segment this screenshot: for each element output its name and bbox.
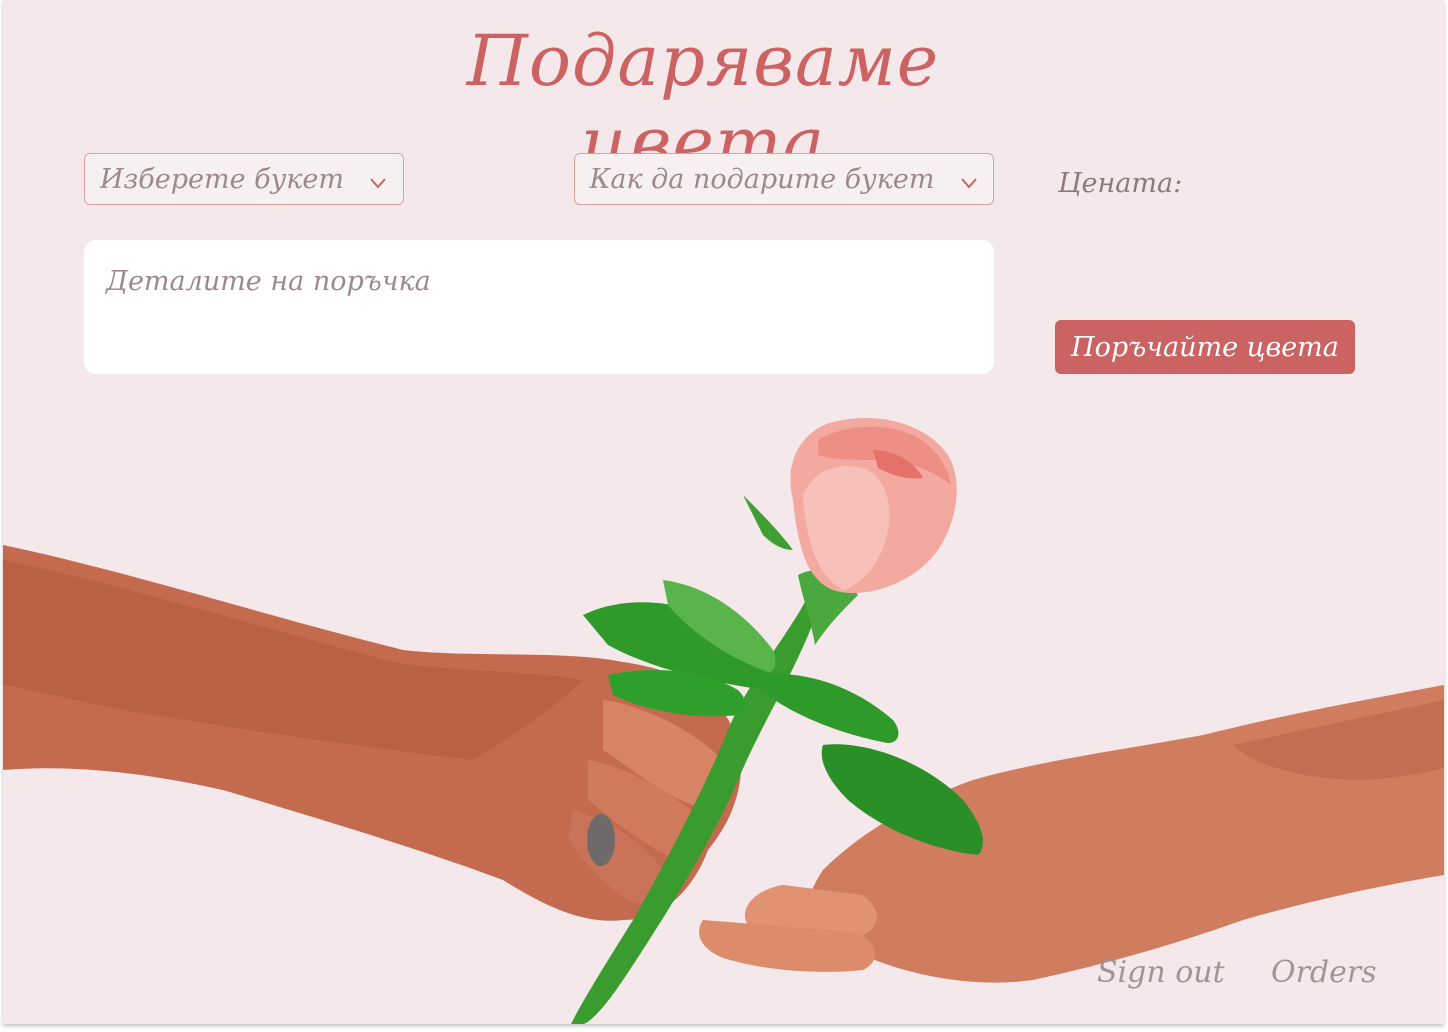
price-label: Цената:: [1058, 168, 1183, 199]
sign-out-link[interactable]: Sign out: [1097, 955, 1225, 990]
order-details-field[interactable]: [84, 240, 994, 374]
page: Подаряваме цвета Изберете букет Как да п…: [3, 0, 1444, 1024]
gift-method-select-label: Как да подарите букет: [589, 163, 935, 195]
hands-rose-image: [3, 418, 1444, 1024]
bouquet-select[interactable]: Изберете букет: [84, 153, 404, 205]
chevron-down-icon: [368, 169, 388, 189]
order-flowers-button[interactable]: Поръчайте цвета: [1055, 320, 1355, 374]
orders-link[interactable]: Orders: [1271, 955, 1377, 990]
gift-method-select[interactable]: Как да подарите букет: [574, 153, 994, 205]
chevron-down-icon: [959, 169, 979, 189]
bouquet-select-label: Изберете букет: [99, 163, 344, 195]
